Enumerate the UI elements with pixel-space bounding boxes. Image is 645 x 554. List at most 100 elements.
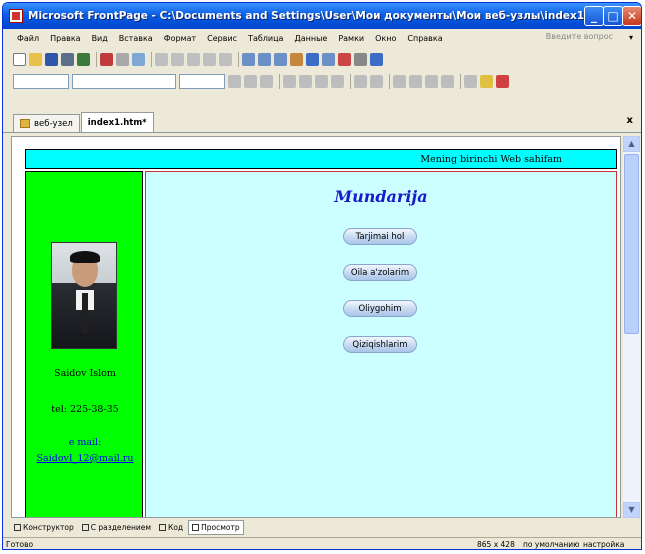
open-folder-icon[interactable] <box>29 52 42 66</box>
font-size-dropdown[interactable] <box>179 73 225 89</box>
paste-icon[interactable] <box>187 52 200 66</box>
email-label: e mail: <box>68 437 102 448</box>
view-label: Просмотр <box>201 522 240 532</box>
scroll-thumb[interactable] <box>624 154 639 334</box>
toolbar-separator <box>350 73 351 89</box>
help-icon[interactable] <box>370 52 383 66</box>
menu-insert[interactable]: Вставка <box>119 34 153 43</box>
insert-layer-icon[interactable] <box>242 52 255 66</box>
maximize-button[interactable]: □ <box>603 6 623 26</box>
find-icon[interactable] <box>61 52 74 66</box>
view-split-button[interactable]: С разделением <box>79 520 154 535</box>
save-icon[interactable] <box>45 52 58 66</box>
header-cell[interactable]: Mening birinchi Web sahifam <box>25 149 617 169</box>
menu-view[interactable]: Вид <box>92 34 108 43</box>
menu-data[interactable]: Данные <box>294 34 327 43</box>
toolbar-separator <box>96 51 97 67</box>
view-preview-button[interactable]: Просмотр <box>188 519 244 535</box>
menu-file[interactable]: Файл <box>17 34 39 43</box>
highlight-icon[interactable] <box>480 74 493 88</box>
cut-icon[interactable] <box>155 52 168 66</box>
bold-icon[interactable] <box>228 74 241 88</box>
view-label: Код <box>168 522 184 532</box>
increase-font-icon[interactable] <box>354 74 367 88</box>
code-view-icon <box>159 523 166 531</box>
insert-picture-icon[interactable] <box>274 52 287 66</box>
refresh-icon[interactable] <box>322 52 335 66</box>
person-name: Saidov Islom <box>54 368 116 379</box>
underline-icon[interactable] <box>260 74 273 88</box>
preview-icon[interactable] <box>132 52 145 66</box>
tab-index1[interactable]: index1.htm* <box>80 112 154 132</box>
nav-button-university[interactable]: Oliygohim <box>343 300 417 317</box>
hyperlink-icon[interactable] <box>306 52 319 66</box>
menu-edit[interactable]: Правка <box>50 34 80 43</box>
nav-button-biography[interactable]: Tarjimai hol <box>343 228 417 245</box>
show-all-icon[interactable] <box>354 52 367 66</box>
scroll-up-icon[interactable]: ▲ <box>623 136 640 152</box>
menu-table[interactable]: Таблица <box>248 34 283 43</box>
photo-hair <box>70 251 100 263</box>
vertical-scrollbar[interactable]: ▲ ▼ <box>623 136 640 518</box>
window-title: Microsoft FrontPage - C:\Documents and S… <box>28 10 612 22</box>
help-question-input[interactable]: Введите вопрос <box>546 32 613 41</box>
font-color-icon[interactable] <box>496 74 509 88</box>
menu-help[interactable]: Справка <box>407 34 442 43</box>
close-document-icon[interactable]: x <box>627 115 633 126</box>
increase-indent-icon[interactable] <box>441 74 454 88</box>
page-header-text: Mening birinchi Web sahifam <box>420 153 562 165</box>
decrease-font-icon[interactable] <box>370 74 383 88</box>
tab-website[interactable]: веб-узел <box>13 114 80 132</box>
new-page-icon[interactable] <box>13 52 26 66</box>
page-size-text[interactable]: 865 x 428 <box>477 538 515 549</box>
nav-button-hobbies[interactable]: Qiziqishlarim <box>343 336 417 353</box>
decrease-indent-icon[interactable] <box>425 74 438 88</box>
redo-icon[interactable] <box>219 52 232 66</box>
justify-icon[interactable] <box>331 74 344 88</box>
settings-text[interactable]: настройка <box>583 538 624 549</box>
tab-label: веб-узел <box>34 118 73 129</box>
photo-tie <box>82 293 88 333</box>
nav-button-family[interactable]: Oila a'zolarim <box>343 264 417 281</box>
insert-web-component-icon[interactable] <box>258 52 271 66</box>
view-code-button[interactable]: Код <box>156 520 186 535</box>
status-text: Готово <box>6 540 34 549</box>
copy-icon[interactable] <box>171 52 184 66</box>
undo-icon[interactable] <box>203 52 216 66</box>
align-left-icon[interactable] <box>283 74 296 88</box>
insert-table-icon[interactable] <box>100 52 113 66</box>
bullets-icon[interactable] <box>409 74 422 88</box>
publish-icon[interactable] <box>77 52 90 66</box>
left-column[interactable]: Saidov Islom tel: 225-38-35 e mail: Said… <box>25 171 144 517</box>
page-editor[interactable]: Mening birinchi Web sahifam Saidov Islom… <box>11 136 621 518</box>
view-design-button[interactable]: Конструктор <box>11 520 77 535</box>
italic-icon[interactable] <box>244 74 257 88</box>
scroll-down-icon[interactable]: ▼ <box>623 502 640 518</box>
right-column[interactable]: Mundarija Tarjimai hol Oila a'zolarim Ol… <box>145 171 617 517</box>
app-window: Microsoft FrontPage - C:\Documents and S… <box>2 2 642 550</box>
split-view-icon <box>81 523 89 531</box>
menu-format[interactable]: Формат <box>164 34 196 43</box>
minimize-button[interactable]: _ <box>584 6 604 26</box>
borders-icon[interactable] <box>464 74 477 88</box>
email-link[interactable]: SaidovI_12@mail.ru <box>26 453 144 464</box>
numbering-icon[interactable] <box>393 74 406 88</box>
toolbar-separator <box>151 51 152 67</box>
menu-dropdown-icon[interactable]: ▾ <box>629 33 633 42</box>
close-button[interactable]: ✕ <box>622 6 641 26</box>
style-dropdown[interactable] <box>13 73 69 89</box>
drawing-icon[interactable] <box>290 52 303 66</box>
title-bar[interactable]: Microsoft FrontPage - C:\Documents and S… <box>3 3 641 29</box>
view-label: Конструктор <box>23 522 74 532</box>
align-right-icon[interactable] <box>315 74 328 88</box>
align-center-icon[interactable] <box>299 74 312 88</box>
stop-icon[interactable] <box>338 52 351 66</box>
menu-tools[interactable]: Сервис <box>207 34 237 43</box>
font-dropdown[interactable] <box>72 73 176 89</box>
menu-frames[interactable]: Рамки <box>338 34 364 43</box>
contents-title: Mundarija <box>334 187 428 206</box>
schema-text[interactable]: по умолчанию <box>523 538 579 549</box>
menu-window[interactable]: Окно <box>375 34 396 43</box>
print-icon[interactable] <box>116 52 129 66</box>
toolbar-separator <box>389 73 390 89</box>
